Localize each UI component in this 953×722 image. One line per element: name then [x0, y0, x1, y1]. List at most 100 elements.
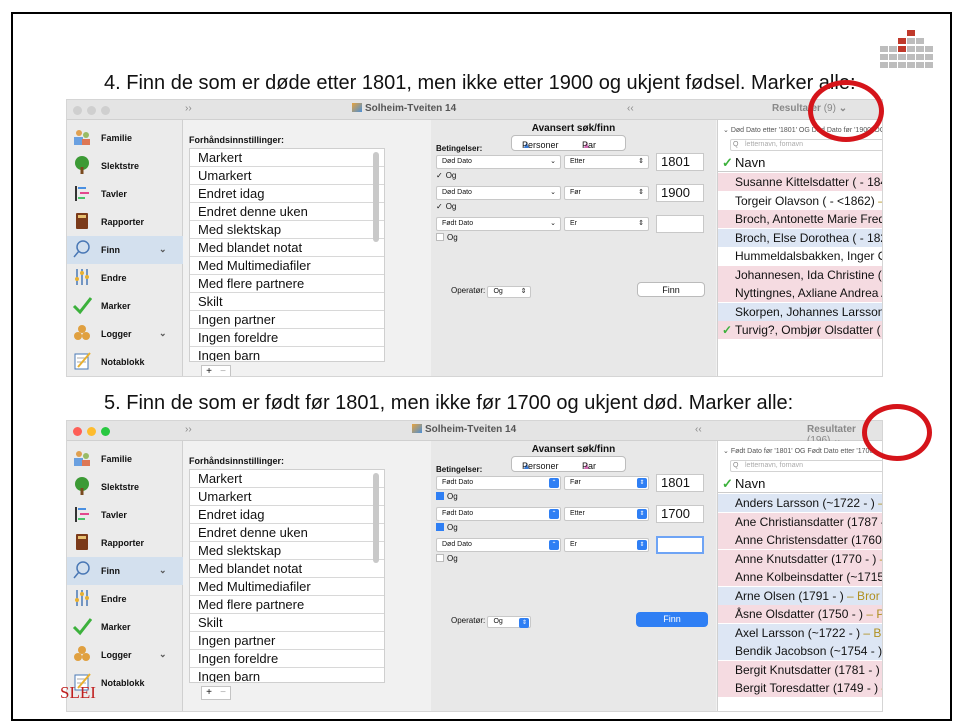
- preset-item[interactable]: Ingen foreldre: [190, 650, 384, 668]
- condition-operator-select[interactable]: Er ⇕: [564, 538, 649, 552]
- chevron-down-icon[interactable]: ⌄: [159, 565, 167, 576]
- mark-column-icon[interactable]: ✓: [722, 476, 733, 492]
- preset-item[interactable]: Ingen barn: [190, 668, 384, 682]
- preset-item[interactable]: Umarkert: [190, 167, 384, 185]
- preset-item[interactable]: Umarkert: [190, 488, 384, 506]
- condition-value-input[interactable]: 1900: [656, 184, 704, 202]
- preset-item[interactable]: Endret idag: [190, 506, 384, 524]
- sidebar-item-endre[interactable]: Endre: [67, 585, 183, 613]
- sidebar-item-tavler[interactable]: Tavler: [67, 180, 183, 208]
- condition-field-select[interactable]: Død Dato ⌃: [436, 538, 561, 552]
- remove-preset-button[interactable]: −: [216, 687, 230, 699]
- name-column-header[interactable]: Navn: [735, 155, 765, 170]
- chevron-down-icon[interactable]: ⌄: [159, 328, 167, 339]
- name-column-header[interactable]: Navn: [735, 476, 765, 491]
- result-row[interactable]: Ane Christiansdatter (1787 –: [718, 512, 882, 531]
- remove-preset-button[interactable]: −: [216, 366, 230, 376]
- find-button[interactable]: Finn: [636, 612, 708, 627]
- preset-item[interactable]: Markert: [190, 149, 384, 167]
- result-row[interactable]: Anne Kolbeinsdatter (~1715 –: [718, 568, 882, 586]
- operator-select[interactable]: Og ⇕: [487, 616, 532, 628]
- sidebar-item-tavler[interactable]: Tavler: [67, 501, 183, 529]
- condition-value-input[interactable]: 1801: [656, 153, 704, 171]
- preset-item[interactable]: Endret denne uken: [190, 524, 384, 542]
- presets-scrollbar[interactable]: [373, 473, 379, 563]
- sidebar-item-logger[interactable]: Logger ⌄: [67, 641, 183, 669]
- result-row[interactable]: Åsne Olsdatter (1750 - ) – Par: [718, 605, 882, 623]
- preset-item[interactable]: Med flere partnere: [190, 596, 384, 614]
- sidebar-item-familie[interactable]: Familie: [67, 124, 183, 152]
- preset-item[interactable]: Ingen foreldre: [190, 329, 384, 347]
- collapse-panel-icon[interactable]: ‹‹: [695, 424, 702, 435]
- expand-sidebar-icon[interactable]: ››: [185, 424, 192, 435]
- result-row[interactable]: Axel Larsson (~1722 - ) – Bro: [718, 623, 882, 642]
- sidebar-item-notablokk[interactable]: Notablokk: [67, 348, 183, 376]
- result-row[interactable]: Susanne Kittelsdatter ( - 1845) – Part: [718, 173, 882, 191]
- preset-item[interactable]: Med blandet notat: [190, 239, 384, 257]
- condition-operator-select[interactable]: Før ⇕: [564, 186, 649, 200]
- and-checkbox[interactable]: Og: [436, 554, 458, 563]
- and-checkbox[interactable]: Og: [436, 523, 458, 532]
- sidebar-item-logger[interactable]: Logger ⌄: [67, 320, 183, 348]
- presets-scrollbar[interactable]: [373, 152, 379, 242]
- sidebar-item-endre[interactable]: Endre: [67, 264, 183, 292]
- mark-column-icon[interactable]: ✓: [722, 155, 733, 171]
- condition-value-input[interactable]: [656, 536, 704, 554]
- and-checkbox[interactable]: ✓ Og: [436, 171, 456, 180]
- result-row[interactable]: Bergit Toresdatter (1749 - ) –: [718, 679, 882, 697]
- and-checkbox[interactable]: Og: [436, 233, 458, 242]
- add-preset-button[interactable]: +: [202, 366, 216, 376]
- results-search-input[interactable]: Qletternavn, fornavn: [730, 460, 882, 472]
- preset-item[interactable]: Skilt: [190, 614, 384, 632]
- condition-field-select[interactable]: Født Dato ⌄: [436, 217, 561, 231]
- minimize-window-button[interactable]: [87, 427, 96, 436]
- results-search-input[interactable]: Qletternavn, fornavn: [730, 139, 882, 151]
- close-window-button[interactable]: [73, 427, 82, 436]
- minimize-window-button[interactable]: [87, 106, 96, 115]
- condition-operator-select[interactable]: Før ⇕: [564, 476, 649, 490]
- sidebar-item-slektstre[interactable]: Slektstre: [67, 152, 183, 180]
- condition-value-input[interactable]: 1700: [656, 505, 704, 523]
- result-row[interactable]: Broch, Else Dorothea ( - 1823) – Bror: [718, 228, 882, 247]
- result-row[interactable]: Anne Knutsdatter (1770 - ) –: [718, 549, 882, 568]
- result-row[interactable]: Johannesen, Ida Christine ( - 1879) –: [718, 265, 882, 284]
- expand-sidebar-icon[interactable]: ››: [185, 103, 192, 114]
- chevron-down-icon[interactable]: ⌄: [159, 244, 167, 255]
- chevron-down-icon[interactable]: ⌄: [159, 649, 167, 660]
- sidebar-item-rapporter[interactable]: Rapporter: [67, 529, 183, 557]
- zoom-window-button[interactable]: [101, 106, 110, 115]
- preset-item[interactable]: Endret denne uken: [190, 203, 384, 221]
- and-checkbox[interactable]: Og: [436, 492, 458, 501]
- sidebar-item-familie[interactable]: Familie: [67, 445, 183, 473]
- and-checkbox[interactable]: ✓ Og: [436, 202, 456, 211]
- preset-item[interactable]: Skilt: [190, 293, 384, 311]
- preset-item[interactable]: Med flere partnere: [190, 275, 384, 293]
- result-row[interactable]: Broch, Antonette Marie Fredrikke ( -: [718, 210, 882, 228]
- result-row[interactable]: Bergit Knutsdatter (1781 - ) –: [718, 660, 882, 679]
- zoom-window-button[interactable]: [101, 427, 110, 436]
- find-button[interactable]: Finn: [637, 282, 705, 297]
- preset-item[interactable]: Med slektskap: [190, 221, 384, 239]
- preset-item[interactable]: Med Multimediafiler: [190, 257, 384, 275]
- condition-field-select[interactable]: Født Dato ⌃: [436, 507, 561, 521]
- result-row[interactable]: Skorpen, Johannes Larsson ( - 1813): [718, 302, 882, 321]
- operator-select[interactable]: Og ⇕: [487, 286, 532, 298]
- result-row[interactable]: ✓Turvig?, Ombjør Olsdatter ( - 1862) -: [718, 321, 882, 339]
- condition-operator-select[interactable]: Etter ⇕: [564, 155, 649, 169]
- collapse-panel-icon[interactable]: ‹‹: [627, 103, 634, 114]
- query-summary[interactable]: ⌄ Født Dato før '1801' OG Født Dato ette…: [723, 447, 875, 455]
- sidebar-item-marker[interactable]: Marker: [67, 292, 183, 320]
- result-row[interactable]: Torgeir Olavson ( - <1862) – Partner: [718, 191, 882, 210]
- sidebar-item-rapporter[interactable]: Rapporter: [67, 208, 183, 236]
- condition-field-select[interactable]: Død Dato ⌄: [436, 186, 561, 200]
- add-preset-button[interactable]: +: [202, 687, 216, 699]
- preset-item[interactable]: Med slektskap: [190, 542, 384, 560]
- preset-item[interactable]: Endret idag: [190, 185, 384, 203]
- condition-field-select[interactable]: Født Dato ⌃: [436, 476, 561, 490]
- condition-operator-select[interactable]: Etter ⇕: [564, 507, 649, 521]
- result-row[interactable]: Anders Larsson (~1722 - ) – B: [718, 494, 882, 512]
- preset-item[interactable]: Med Multimediafiler: [190, 578, 384, 596]
- sidebar-item-finn[interactable]: Finn ⌄: [67, 557, 183, 585]
- result-row[interactable]: Hummeldalsbakken, Inger Olsdatter (: [718, 247, 882, 265]
- preset-item[interactable]: Markert: [190, 470, 384, 488]
